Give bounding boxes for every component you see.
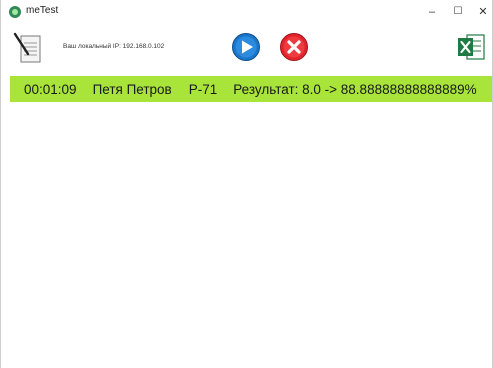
- window-title: meTest: [26, 5, 59, 16]
- play-icon[interactable]: [231, 32, 261, 62]
- title-bar: meTest – ☐ ✕: [1, 0, 492, 24]
- app-window: meTest – ☐ ✕ Ваш локальный IP: 192.168.0…: [0, 0, 493, 368]
- stop-icon[interactable]: [279, 32, 309, 62]
- close-button[interactable]: ✕: [471, 3, 493, 21]
- toolbar: Ваш локальный IP: 192.168.0.102: [1, 24, 492, 74]
- notepad-icon[interactable]: [13, 32, 43, 64]
- result-row[interactable]: 00:01:09 Петя Петров Р-71 Результат: 8.0…: [10, 76, 492, 102]
- local-ip-label: Ваш локальный IP: 192.168.0.102: [63, 43, 165, 50]
- minimize-button[interactable]: –: [420, 3, 444, 21]
- result-score: Результат: 8.0 -> 88.88888888888889%: [233, 81, 477, 97]
- result-room: Р-71: [188, 81, 218, 97]
- result-time: 00:01:09: [24, 81, 77, 97]
- result-student-name: Петя Петров: [92, 81, 172, 97]
- app-logo-icon: [9, 6, 21, 18]
- maximize-button[interactable]: ☐: [446, 3, 470, 21]
- excel-icon[interactable]: [456, 32, 486, 62]
